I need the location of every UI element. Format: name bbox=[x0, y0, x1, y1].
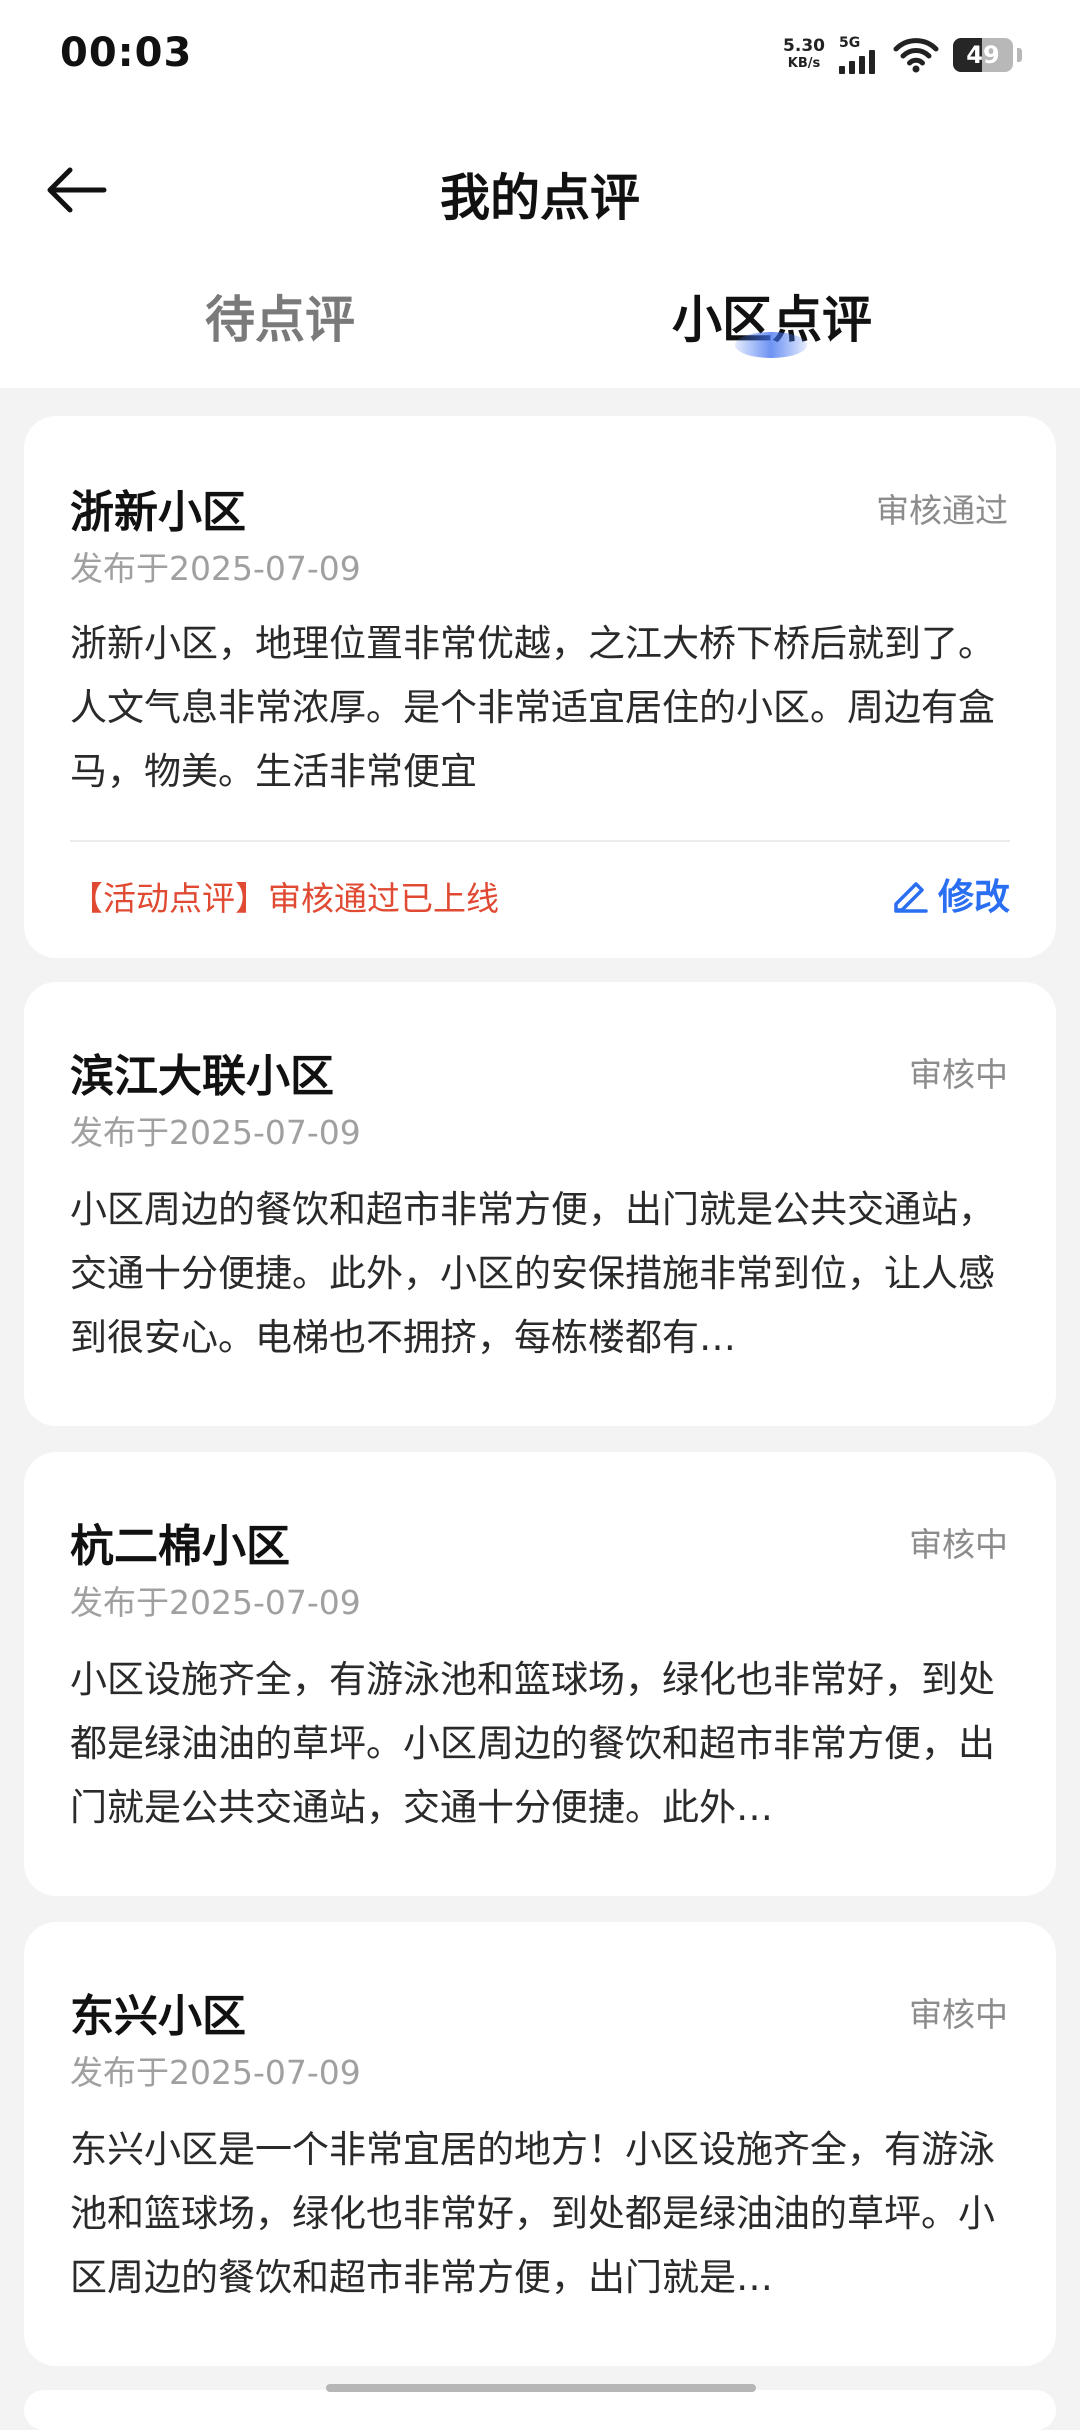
community-name: 浙新小区 bbox=[70, 487, 246, 538]
divider bbox=[70, 840, 1010, 842]
status-time: 00:03 bbox=[60, 30, 193, 76]
battery-percent: 49 bbox=[966, 41, 1000, 69]
review-card[interactable]: 东兴小区 审核中 发布于2025-07-09 东兴小区是一个非常宜居的地方！小区… bbox=[24, 1922, 1056, 2366]
review-text: 小区周边的餐饮和超市非常方便，出门就是公共交通站，交通十分便捷。此外，小区的安保… bbox=[70, 1188, 995, 1359]
review-card[interactable]: 杭二棉小区 审核中 发布于2025-07-09 小区设施齐全，有游泳池和篮球场，… bbox=[24, 1452, 1056, 1896]
edit-button[interactable]: 修改 bbox=[890, 868, 1010, 920]
network-speed-value: 5.30 bbox=[783, 36, 825, 56]
pencil-icon bbox=[894, 882, 928, 913]
review-card[interactable]: 滨江大联小区 审核中 发布于2025-07-09 小区周边的餐饮和超市非常方便，… bbox=[24, 982, 1056, 1426]
page-title: 我的点评 bbox=[440, 169, 640, 227]
status-bar: 00:03 5.30 KB/s 5G 49 bbox=[0, 0, 1080, 110]
publish-date: 发布于2025-07-09 bbox=[70, 1583, 361, 1622]
publish-date: 发布于2025-07-09 bbox=[70, 549, 361, 588]
community-name: 杭二棉小区 bbox=[70, 1521, 290, 1572]
tab-pending-reviews[interactable]: 待点评 bbox=[205, 280, 355, 352]
signal-bars-icon: 5G bbox=[839, 36, 879, 74]
activity-review-note: 【活动点评】审核通过已上线 bbox=[70, 879, 499, 918]
review-card[interactable]: 浙新小区 审核通过 发布于2025-07-09 浙新小区，地理位置非常优越，之江… bbox=[24, 416, 1056, 958]
review-text: 浙新小区，地理位置非常优越，之江大桥下桥后就到了。人文气息非常浓厚。是个非常适宜… bbox=[70, 622, 995, 793]
publish-date: 发布于2025-07-09 bbox=[70, 2053, 361, 2092]
battery-icon: 49 bbox=[953, 38, 1013, 72]
tab-bar: 待点评 小区点评 bbox=[0, 280, 1080, 380]
wifi-icon bbox=[893, 38, 939, 73]
community-name: 滨江大联小区 bbox=[70, 1051, 334, 1102]
home-indicator[interactable] bbox=[326, 2384, 756, 2392]
active-tab-indicator bbox=[735, 332, 807, 358]
publish-date: 发布于2025-07-09 bbox=[70, 1113, 361, 1152]
review-status: 审核中 bbox=[909, 1055, 1008, 1094]
review-text: 东兴小区是一个非常宜居的地方！小区设施齐全，有游泳池和篮球场，绿化也非常好，到处… bbox=[70, 2128, 995, 2299]
review-card-partial bbox=[24, 2390, 1056, 2430]
network-speed: 5.30 KB/s bbox=[783, 37, 825, 73]
review-status: 审核通过 bbox=[876, 491, 1008, 530]
network-speed-unit: KB/s bbox=[787, 56, 821, 71]
edit-label: 修改 bbox=[937, 877, 1010, 918]
review-text: 小区设施齐全，有游泳池和篮球场，绿化也非常好，到处都是绿油油的草坪。小区周边的餐… bbox=[70, 1658, 995, 1829]
status-icons: 5.30 KB/s 5G 49 bbox=[783, 36, 1022, 74]
review-status: 审核中 bbox=[909, 1525, 1008, 1564]
community-name: 东兴小区 bbox=[70, 1991, 246, 2042]
top-area: 00:03 5.30 KB/s 5G 49 我的点评 待点评 小区点评 bbox=[0, 0, 1080, 388]
review-status: 审核中 bbox=[909, 1995, 1008, 2034]
battery-tip bbox=[1017, 48, 1022, 62]
network-type: 5G bbox=[839, 35, 861, 51]
